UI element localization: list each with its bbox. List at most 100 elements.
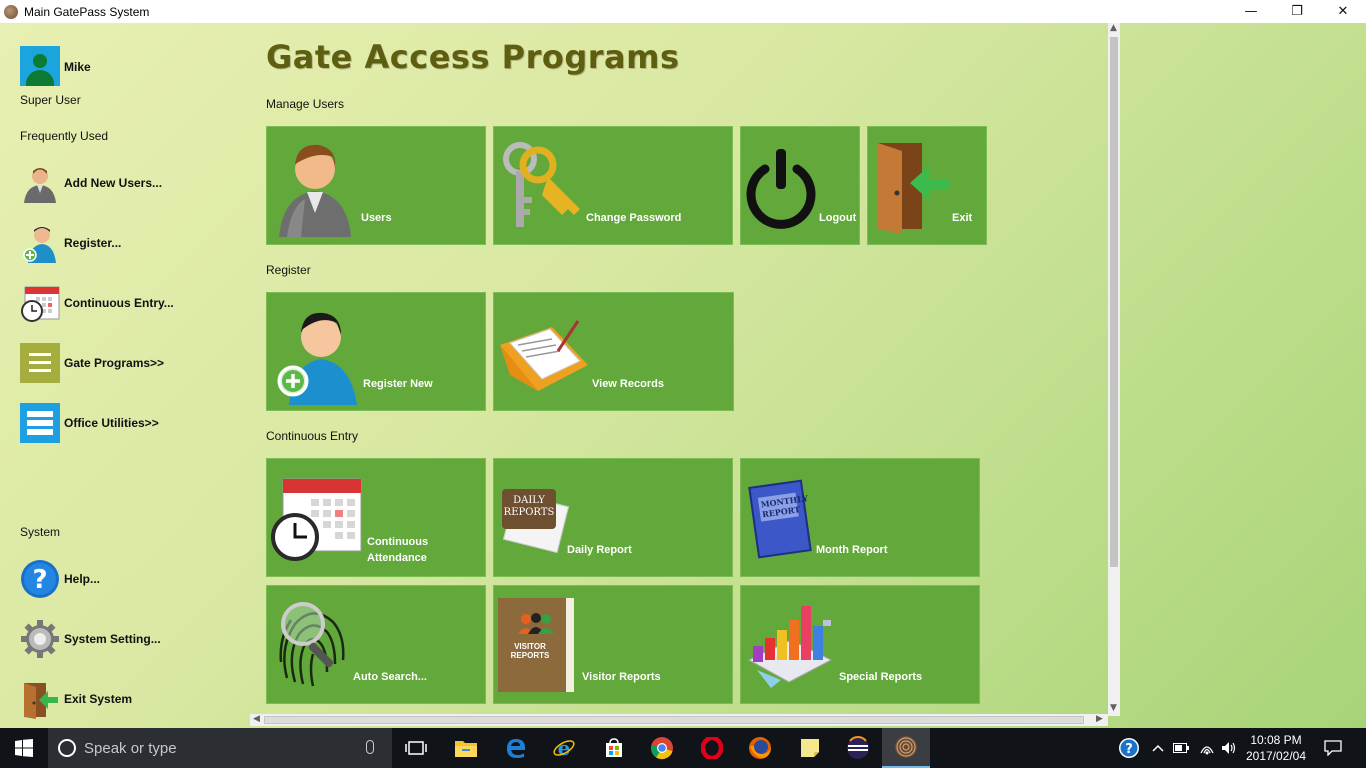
sidebar-item-system-setting[interactable]: System Setting... bbox=[20, 617, 240, 661]
monthly-report-icon: MONTHLY REPORT bbox=[748, 479, 812, 559]
sidebar-item-office-utilities[interactable]: Office Utilities>> bbox=[20, 401, 240, 445]
users-icon bbox=[279, 144, 351, 237]
tile-daily-report[interactable]: DAILY REPORTS Daily Report bbox=[493, 458, 733, 577]
gatepass-app-icon[interactable] bbox=[882, 728, 930, 768]
show-hidden-icons-icon[interactable] bbox=[1148, 728, 1168, 768]
clock-date: 2017/02/04 bbox=[1245, 749, 1307, 763]
scroll-down-icon[interactable]: ▼ bbox=[1110, 703, 1117, 713]
minimize-button[interactable]: — bbox=[1228, 0, 1274, 23]
eclipse-icon[interactable] bbox=[834, 728, 882, 768]
sidebar-item-gate-programs[interactable]: Gate Programs>> bbox=[20, 341, 240, 385]
cortana-icon bbox=[58, 739, 76, 757]
vertical-scrollbar[interactable]: ▲ ▼ bbox=[1108, 23, 1120, 716]
tile-special-reports[interactable]: Special Reports bbox=[740, 585, 980, 704]
taskbar: Speak or type e ? 10:08 PM 2017/02/04 bbox=[0, 728, 1366, 768]
tile-label: Month Report bbox=[816, 544, 888, 556]
start-button[interactable] bbox=[0, 728, 48, 768]
main-content: Gate Access Programs Manage Users Users … bbox=[250, 23, 1120, 728]
taskbar-search[interactable]: Speak or type bbox=[48, 728, 392, 768]
scroll-right-icon[interactable]: ▶ bbox=[1096, 714, 1103, 724]
app-fingerprint-icon bbox=[4, 4, 18, 19]
tile-logout[interactable]: Logout bbox=[740, 126, 860, 245]
tile-register-new[interactable]: Register New bbox=[266, 292, 486, 411]
tile-label: Exit bbox=[952, 212, 973, 224]
wifi-icon[interactable] bbox=[1196, 728, 1218, 768]
calendar-clock-icon bbox=[271, 478, 362, 561]
sidebar-item-label: Add New Users... bbox=[64, 176, 163, 190]
tile-continuous-attendance[interactable]: Continuous Attendance bbox=[266, 458, 486, 577]
opera-icon[interactable] bbox=[688, 728, 736, 768]
maximize-button[interactable]: ❐ bbox=[1274, 0, 1320, 23]
scroll-up-icon[interactable]: ▲ bbox=[1110, 23, 1117, 33]
sidebar-item-label: Gate Programs>> bbox=[64, 356, 165, 370]
tile-auto-search[interactable]: Auto Search... bbox=[266, 585, 486, 704]
microphone-icon[interactable] bbox=[366, 740, 374, 754]
frequently-used-heading: Frequently Used bbox=[20, 129, 109, 143]
horizontal-scroll-thumb[interactable] bbox=[264, 716, 1084, 724]
taskbar-clock[interactable]: 10:08 PM 2017/02/04 bbox=[1240, 732, 1312, 764]
close-button[interactable]: ✕ bbox=[1320, 0, 1366, 23]
group-label-continuous-entry: Continuous Entry bbox=[266, 429, 359, 443]
tile-view-records[interactable]: View Records bbox=[493, 292, 734, 411]
menu-list-icon bbox=[20, 343, 60, 383]
tile-users[interactable]: Users bbox=[266, 126, 486, 245]
page-title: Gate Access Programs bbox=[266, 38, 680, 76]
action-center-icon[interactable] bbox=[1318, 728, 1348, 768]
help-tray-icon[interactable]: ? bbox=[1114, 728, 1144, 768]
help-icon: ? bbox=[20, 559, 60, 599]
sidebar-item-help[interactable]: ? Help... bbox=[20, 557, 240, 601]
window-title: Main GatePass System bbox=[24, 4, 150, 19]
tile-change-password[interactable]: Change Password bbox=[493, 126, 733, 245]
internet-explorer-icon[interactable]: e bbox=[540, 728, 588, 768]
sidebar-item-label: System Setting... bbox=[64, 632, 161, 646]
horizontal-scrollbar[interactable]: ◀ ▶ bbox=[250, 714, 1108, 726]
tile-label: Change Password bbox=[586, 212, 682, 224]
sidebar-item-exit-system[interactable]: Exit System bbox=[20, 677, 240, 721]
scroll-left-icon[interactable]: ◀ bbox=[253, 714, 260, 724]
register-user-icon bbox=[277, 312, 357, 405]
power-icon bbox=[746, 149, 816, 229]
sidebar-item-register[interactable]: Register... bbox=[20, 221, 240, 265]
monthly-report-text: MONTHLY REPORT bbox=[757, 492, 809, 522]
tile-exit[interactable]: Exit bbox=[867, 126, 987, 245]
user-icon bbox=[20, 163, 60, 203]
sidebar-item-label: Help... bbox=[64, 572, 101, 586]
tile-label: Daily Report bbox=[567, 544, 632, 556]
fingerprint-search-icon bbox=[279, 602, 345, 687]
daily-reports-icon: DAILY REPORTS bbox=[498, 485, 569, 554]
register-user-icon bbox=[20, 223, 60, 263]
tile-month-report[interactable]: MONTHLY REPORT Month Report bbox=[740, 458, 980, 577]
file-explorer-icon[interactable] bbox=[442, 728, 490, 768]
tile-label: Users bbox=[361, 212, 392, 224]
window-titlebar: Main GatePass System — ❐ ✕ bbox=[0, 0, 1366, 23]
svg-text:?: ? bbox=[32, 565, 47, 595]
edge-browser-icon[interactable] bbox=[492, 728, 540, 768]
sidebar-item-label: Register... bbox=[64, 236, 122, 250]
tile-visitor-reports[interactable]: VISITOR REPORTS Visitor Reports bbox=[493, 585, 733, 704]
tile-label: Auto Search... bbox=[353, 671, 427, 683]
tile-label: Logout bbox=[819, 212, 857, 224]
store-icon[interactable] bbox=[590, 728, 638, 768]
task-view-icon[interactable] bbox=[392, 728, 440, 768]
battery-icon[interactable] bbox=[1170, 728, 1192, 768]
chrome-icon[interactable] bbox=[638, 728, 686, 768]
sticky-notes-icon[interactable] bbox=[786, 728, 834, 768]
gear-icon bbox=[20, 619, 60, 659]
tile-label: Visitor Reports bbox=[582, 671, 661, 683]
visitor-reports-text: VISITOR REPORTS bbox=[510, 642, 550, 660]
sidebar-item-label: Continuous Entry... bbox=[64, 296, 174, 310]
visitor-reports-icon: VISITOR REPORTS bbox=[498, 598, 574, 692]
user-name: Mike bbox=[64, 60, 91, 74]
sidebar: Mike Super User Frequently Used Add New … bbox=[0, 23, 250, 728]
volume-icon[interactable] bbox=[1218, 728, 1240, 768]
keys-icon bbox=[503, 142, 580, 227]
vertical-scroll-thumb[interactable] bbox=[1110, 37, 1118, 567]
windows-logo-icon bbox=[15, 739, 33, 757]
svg-text:e: e bbox=[558, 736, 571, 760]
sidebar-item-continuous-entry[interactable]: Continuous Entry... bbox=[20, 281, 240, 325]
sidebar-item-add-new-users[interactable]: Add New Users... bbox=[20, 161, 240, 205]
firefox-icon[interactable] bbox=[736, 728, 784, 768]
search-placeholder: Speak or type bbox=[84, 740, 177, 757]
folder-records-icon bbox=[500, 320, 588, 391]
people-icon bbox=[518, 613, 554, 634]
